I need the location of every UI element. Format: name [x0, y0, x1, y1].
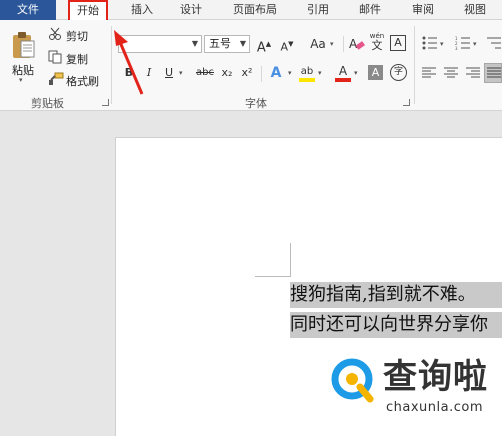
document-text-line[interactable]: 搜狗指南,指到就不难。 [290, 282, 502, 308]
shrink-font-button[interactable]: A▼ [278, 35, 296, 54]
underline-button[interactable]: U [160, 64, 178, 82]
numbering-dropdown-arrow[interactable]: ▾ [473, 40, 477, 48]
phonetic-guide-bottom: 文 [371, 39, 383, 52]
paste-dropdown-arrow[interactable]: ▾ [19, 76, 23, 84]
chevron-down-icon: ▼ [191, 39, 198, 48]
grow-font-label: A [256, 40, 266, 56]
chevron-down-icon: ▼ [239, 39, 246, 48]
paste-button[interactable] [10, 30, 36, 60]
tab-view[interactable]: 视图 [460, 0, 490, 20]
text-effects-button[interactable]: A [267, 64, 285, 82]
change-case-dropdown-arrow[interactable]: ▾ [330, 40, 334, 48]
margin-corner-mark [255, 276, 291, 277]
bullets-dropdown-arrow[interactable]: ▾ [440, 40, 444, 48]
tab-references[interactable]: 引用 [303, 0, 333, 20]
annotation-arrow-icon [114, 30, 144, 95]
justify-button[interactable] [484, 63, 502, 83]
font-color-swatch [335, 78, 351, 82]
strikethrough-button[interactable]: abc [194, 64, 216, 82]
font-size-combobox[interactable]: 五号 ▼ [204, 35, 250, 53]
cut-icon[interactable] [48, 27, 62, 41]
align-left-icon[interactable] [422, 67, 436, 79]
format-painter-button[interactable]: 格式刷 [66, 73, 99, 89]
highlight-dropdown-arrow[interactable]: ▾ [318, 69, 322, 77]
clear-formatting-icon[interactable]: A [347, 35, 365, 53]
tab-file[interactable]: 文件 [0, 0, 56, 20]
subscript-button[interactable]: x₂ [218, 64, 236, 82]
superscript-button[interactable]: x² [238, 64, 256, 82]
cut-button[interactable]: 剪切 [66, 28, 88, 44]
document-text-line[interactable]: 同时还可以向世界分享你 [290, 312, 502, 338]
tab-review[interactable]: 审阅 [408, 0, 438, 20]
font-size-value: 五号 [209, 37, 231, 50]
character-shading-button[interactable]: A [368, 65, 383, 80]
separator [343, 36, 344, 52]
watermark-title: 查询啦 [383, 357, 488, 397]
tab-page-layout[interactable]: 页面布局 [229, 0, 281, 20]
ribbon: 粘贴 ▾ 剪切 复制 格式刷 剪贴板 ▼ 五号 ▼ A▲ A▼ Aa ▾ A w… [0, 20, 502, 111]
watermark-logo-icon [330, 357, 376, 403]
copy-button[interactable]: 复制 [66, 51, 88, 67]
clipboard-group-label: 剪贴板 [31, 97, 64, 110]
underline-dropdown-arrow[interactable]: ▾ [179, 69, 183, 77]
margin-corner-mark [290, 243, 291, 277]
highlight-button[interactable]: ab [298, 62, 316, 82]
paste-icon [13, 32, 35, 58]
separator [261, 66, 262, 82]
shrink-font-label: A [280, 40, 289, 54]
character-border-button[interactable]: A [390, 35, 406, 51]
highlight-label: ab [300, 66, 314, 77]
font-dialog-launcher[interactable] [403, 99, 410, 106]
justify-icon [487, 67, 501, 78]
enclose-characters-button[interactable]: 字 [390, 64, 407, 81]
ribbon-tab-bar: 文件 开始 插入 设计 页面布局 引用 邮件 审阅 视图 [0, 0, 502, 21]
phonetic-guide-button[interactable]: wén 文 [368, 32, 386, 54]
character-border-label: A [394, 36, 402, 49]
clipboard-dialog-launcher[interactable] [102, 99, 109, 106]
change-case-label: Aa [310, 37, 326, 51]
text-effects-dropdown-arrow[interactable]: ▾ [288, 69, 292, 77]
font-color-label: A [338, 64, 348, 78]
watermark-url: chaxunla.com [386, 400, 483, 415]
font-color-button[interactable]: A [334, 62, 352, 82]
highlight-color-swatch [299, 78, 315, 82]
align-center-icon[interactable] [444, 67, 458, 79]
bullets-icon[interactable] [422, 36, 438, 50]
group-separator [414, 26, 415, 104]
align-right-icon[interactable] [466, 67, 480, 79]
format-painter-icon[interactable] [48, 72, 64, 86]
change-case-button[interactable]: Aa [305, 35, 331, 53]
font-group-label: 字体 [245, 97, 267, 110]
copy-icon[interactable] [48, 50, 62, 64]
svg-text:3: 3 [455, 46, 458, 50]
svg-text:A: A [349, 37, 358, 51]
tab-home[interactable]: 开始 [68, 0, 108, 21]
font-color-dropdown-arrow[interactable]: ▾ [354, 69, 358, 77]
tab-design[interactable]: 设计 [176, 0, 206, 20]
grow-font-button[interactable]: A▲ [255, 35, 273, 56]
multilevel-list-icon[interactable] [486, 36, 502, 50]
tab-mailings[interactable]: 邮件 [355, 0, 385, 20]
paste-label: 粘贴 [12, 64, 34, 77]
tab-insert[interactable]: 插入 [127, 0, 157, 20]
numbering-icon[interactable]: 123 [455, 36, 471, 51]
